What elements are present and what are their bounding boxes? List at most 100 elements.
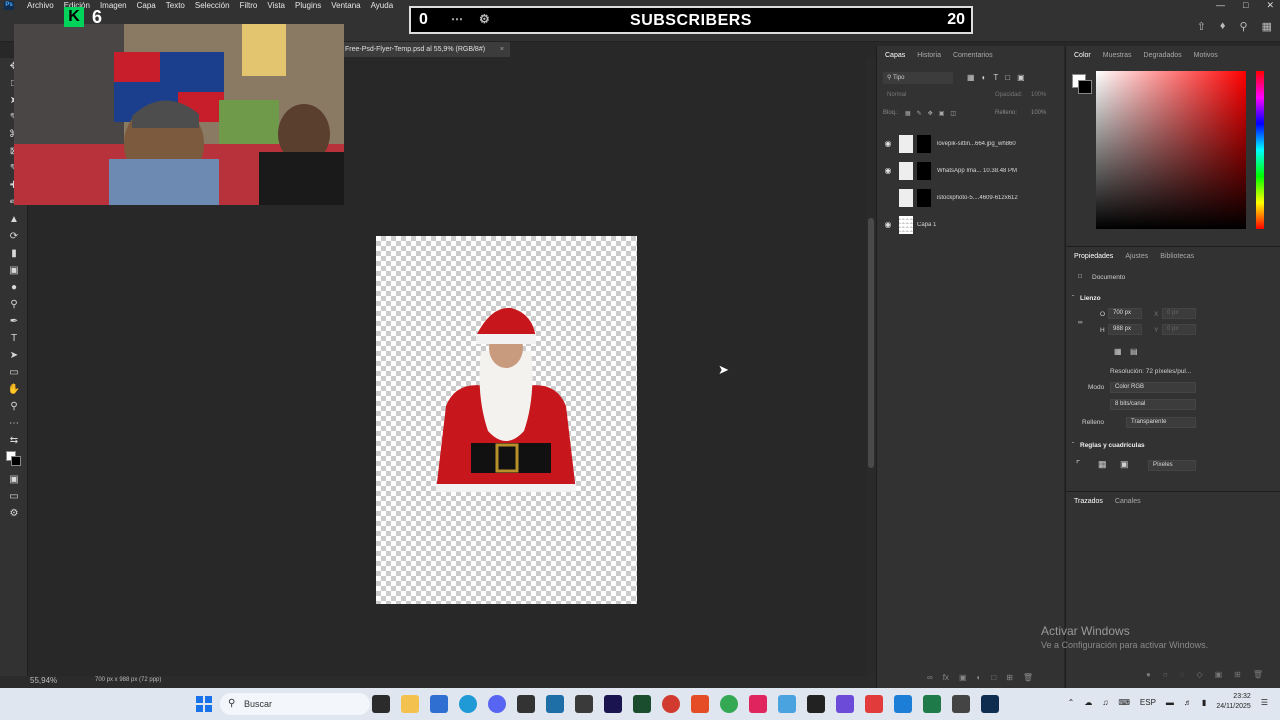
link-layers-icon[interactable]: ∞ — [927, 673, 933, 682]
rulers-icon[interactable]: ⌜ — [1076, 459, 1080, 470]
layer-name[interactable]: istockphoto-5....4609-612x612 — [937, 195, 1018, 201]
swap-colors-icon[interactable]: ⇆ — [0, 432, 28, 449]
menu-archivo[interactable]: Archivo — [22, 1, 59, 11]
gradient-tool-icon[interactable]: ▣ — [0, 262, 28, 279]
color-picker-field[interactable] — [1096, 71, 1246, 229]
share-icon[interactable]: ⇧ — [1197, 20, 1206, 33]
notifications-icon[interactable]: ♦ — [1220, 20, 1226, 33]
vertical-scroll-thumb[interactable] — [868, 218, 874, 468]
capture-icon[interactable] — [575, 695, 593, 713]
mode-select[interactable]: Color RGB — [1110, 382, 1196, 393]
hue-slider[interactable] — [1256, 71, 1264, 229]
premiere-icon[interactable] — [604, 695, 622, 713]
tab-muestras[interactable]: Muestras — [1103, 52, 1132, 64]
task-view-icon[interactable] — [372, 695, 390, 713]
blur-tool-icon[interactable]: ● — [0, 279, 28, 296]
rulers-section-title[interactable]: Reglas y cuadrículas — [1080, 442, 1145, 449]
taskbar-clock[interactable]: 23:32 24/11/2025 — [1216, 692, 1251, 712]
history-brush-tool-icon[interactable]: ⟳ — [0, 228, 28, 245]
delete-path-icon[interactable]: 🗑 — [1253, 670, 1263, 679]
filter-type-icon[interactable]: T — [993, 73, 998, 82]
notifications-icon[interactable]: ☰ — [1261, 698, 1268, 707]
menu-texto[interactable]: Texto — [161, 1, 190, 11]
opacity-value[interactable]: 100% — [1031, 92, 1046, 98]
network-icon[interactable]: ▬ — [1166, 698, 1174, 707]
tab-ajustes[interactable]: Ajustes — [1125, 253, 1148, 265]
add-mask-icon[interactable]: ▣ — [1215, 670, 1223, 679]
microphone-icon[interactable]: ♫ — [1102, 698, 1108, 707]
obs-icon[interactable] — [517, 695, 535, 713]
zoom-level[interactable]: 55,94% — [30, 676, 57, 685]
load-selection-icon[interactable]: ◌ — [1180, 670, 1185, 679]
layer-name[interactable]: WhatsApp Ima... 10.38.48 PM — [937, 168, 1017, 174]
width-input[interactable]: 700 px — [1108, 308, 1142, 319]
microsoft-store-icon[interactable] — [430, 695, 448, 713]
volume-icon[interactable]: ♬ — [1184, 698, 1192, 707]
app-blue-icon[interactable] — [778, 695, 796, 713]
x-input[interactable]: 0 px — [1162, 308, 1196, 319]
minimize-icon[interactable]: — — [1216, 0, 1225, 11]
chrome-icon[interactable] — [720, 695, 738, 713]
tab-motivos[interactable]: Motivos — [1194, 52, 1218, 64]
pen-tool-icon[interactable]: ✒ — [0, 313, 28, 330]
stamp-tool-icon[interactable]: ▲ — [0, 211, 28, 228]
tab-propiedades[interactable]: Propiedades — [1074, 253, 1113, 265]
color-swatches[interactable] — [0, 449, 28, 471]
path-select-tool-icon[interactable]: ➤ — [0, 347, 28, 364]
workspace-icon[interactable]: ▦ — [1262, 20, 1272, 33]
menu-ventana[interactable]: Ventana — [326, 1, 365, 11]
menu-vista[interactable]: Vista — [262, 1, 290, 11]
vertical-scrollbar[interactable] — [866, 58, 876, 676]
portrait-orientation-icon[interactable]: ▦ — [1114, 347, 1122, 356]
photoshop-logo-icon[interactable]: Ps — [4, 1, 14, 10]
lock-icons[interactable]: ▦✎✥▣◫ — [905, 110, 962, 117]
tab-canales[interactable]: Canales — [1115, 498, 1141, 510]
canvas-section-title[interactable]: Lienzo — [1080, 295, 1101, 302]
quick-mask-icon[interactable]: ▣ — [0, 471, 28, 488]
tab-comentarios[interactable]: Comentarios — [953, 52, 993, 64]
landscape-orientation-icon[interactable]: ▤ — [1130, 347, 1138, 356]
tab-historia[interactable]: Historia — [917, 52, 941, 64]
search-icon[interactable]: ⚲ — [1240, 20, 1248, 33]
file-explorer-icon[interactable] — [401, 695, 419, 713]
document-tab[interactable]: Free-Psd-Flyer-Temp.psd al 55,9% (RGB/8#… — [340, 42, 510, 57]
discord-icon[interactable] — [488, 695, 506, 713]
layer-row[interactable]: ◉ lovepik-sittin...664.jpg_wh860 — [877, 130, 1053, 157]
tab-capas[interactable]: Capas — [885, 52, 905, 64]
rulers-section-chevron-icon[interactable]: ˇ — [1072, 442, 1074, 449]
tray-overflow-icon[interactable]: ⌃ — [1068, 698, 1075, 707]
document-canvas[interactable] — [376, 236, 637, 604]
tiktok-icon[interactable] — [749, 695, 767, 713]
tab-degradados[interactable]: Degradados — [1144, 52, 1182, 64]
canvas-section-chevron-icon[interactable]: ˇ — [1072, 295, 1074, 302]
background-color-swatch[interactable] — [1078, 80, 1092, 94]
more-tools-icon[interactable]: ⋯ — [0, 415, 28, 432]
y-input[interactable]: 0 px — [1162, 324, 1196, 335]
new-group-icon[interactable]: □ — [991, 673, 996, 682]
fill-path-icon[interactable]: ● — [1146, 670, 1151, 679]
close-icon[interactable]: ✕ — [1266, 0, 1274, 11]
visibility-eye-icon[interactable]: ◉ — [877, 166, 899, 175]
layer-name[interactable]: Capa 1 — [917, 222, 936, 228]
rectangle-tool-icon[interactable]: ▭ — [0, 364, 28, 381]
layer-mask-thumbnail[interactable] — [917, 188, 931, 207]
layer-filter-select[interactable]: ⚲ Tipo — [883, 72, 953, 84]
filter-adjustment-icon[interactable]: ◐ — [982, 73, 987, 82]
eraser-tool-icon[interactable]: ▮ — [0, 245, 28, 262]
app-gray-icon[interactable] — [952, 695, 970, 713]
edit-toolbar-icon[interactable]: ⚙ — [0, 505, 28, 522]
filter-pixel-icon[interactable]: ▦ — [967, 73, 975, 82]
bits-select[interactable]: 8 bits/canal — [1110, 399, 1196, 410]
filter-smart-object-icon[interactable]: ▣ — [1017, 73, 1025, 82]
make-work-path-icon[interactable]: ◇ — [1196, 670, 1202, 679]
zoom-tool-icon[interactable]: ⚲ — [0, 398, 28, 415]
app-icon[interactable] — [546, 695, 564, 713]
tab-color[interactable]: Color — [1074, 52, 1091, 64]
menu-filtro[interactable]: Filtro — [235, 1, 263, 11]
type-tool-icon[interactable]: T — [0, 330, 28, 347]
tab-bibliotecas[interactable]: Bibliotecas — [1160, 253, 1194, 265]
photoshop-taskbar-icon[interactable] — [981, 695, 999, 713]
taskbar-search-box[interactable]: ⚲ Buscar — [220, 693, 370, 715]
terminal-icon[interactable] — [633, 695, 651, 713]
restore-icon[interactable]: □ — [1243, 0, 1248, 11]
